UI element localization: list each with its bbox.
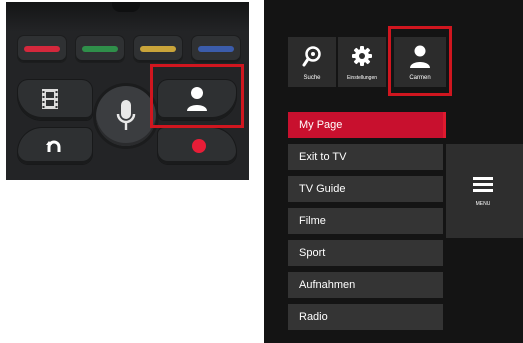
microphone-icon [116,100,136,130]
main-menu-list: My Page Exit to TV TV Guide Filme Sport … [288,112,446,336]
record-icon [192,139,206,153]
search-tile[interactable]: Suche [288,37,336,87]
menu-item-my-page[interactable]: My Page [288,112,446,138]
remote-blue-button [192,36,240,62]
remote-film-button [18,80,92,120]
menu-item-sport[interactable]: Sport [288,240,443,266]
remote-yellow-button [134,36,182,62]
settings-tile[interactable]: Einstellungen [338,37,386,87]
back-arrow-icon [46,140,61,152]
search-label: Suche [303,75,321,81]
remote-record-button [158,128,236,164]
remote-green-button [76,36,124,62]
menu-item-aufnahmen[interactable]: Aufnahmen [288,272,443,298]
hamburger-icon [473,177,493,195]
menu-item-radio[interactable]: Radio [288,304,443,330]
gear-icon [352,46,372,66]
tv-highlight-box [388,26,452,96]
remote-back-button [18,128,92,164]
menu-button-label: MENU [475,201,491,207]
remote-red-button [18,36,66,62]
menu-item-exit-to-tv[interactable]: Exit to TV [288,144,443,170]
remote-highlight-box [150,64,244,128]
film-icon [42,89,58,109]
menu-button[interactable]: MENU [446,144,523,238]
menu-item-filme[interactable]: Filme [288,208,443,234]
menu-item-tv-guide[interactable]: TV Guide [288,176,443,202]
tv-menu-screen: Suche Einstellungen Carmen My Page Exit … [264,0,523,343]
search-icon [302,46,321,67]
remote-top-knob [112,2,140,12]
settings-label: Einstellungen [346,75,378,81]
remote-mic-button [96,86,156,146]
remote-control-photo [6,2,249,180]
